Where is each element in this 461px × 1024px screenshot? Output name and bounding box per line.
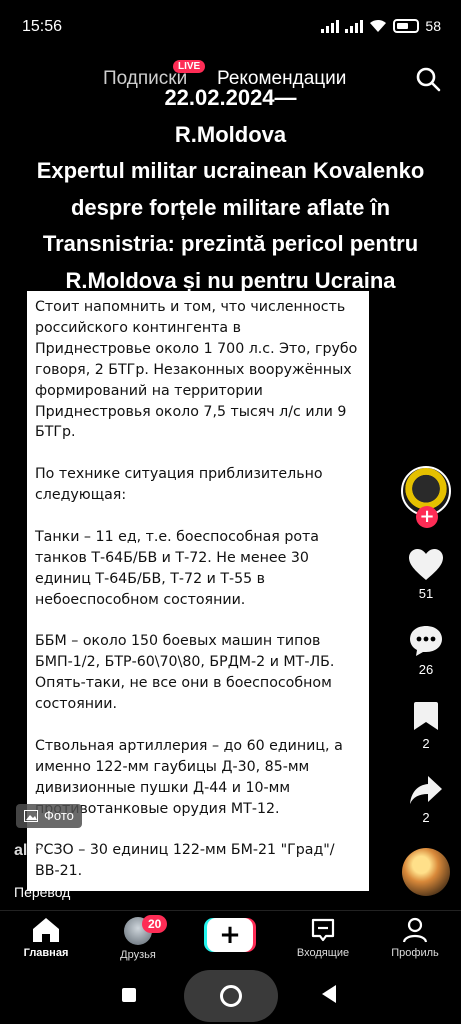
like-button[interactable]: 51 (398, 548, 454, 601)
comment-count: 26 (418, 662, 434, 677)
post-image-document[interactable]: Стоит напомнить и том, что численность р… (27, 291, 369, 891)
image-icon (24, 810, 38, 822)
headline-line: Transnistria: prezintă pericol pentru (42, 231, 419, 256)
status-bar: 15:56 58 (0, 0, 461, 56)
signal-icon (321, 19, 340, 33)
nav-friends-label: Друзья (120, 949, 156, 961)
headline-line: R.Moldova (174, 121, 287, 147)
follow-plus-icon[interactable]: + (416, 506, 438, 528)
share-count: 2 (422, 810, 430, 825)
save-button[interactable]: 2 (398, 700, 454, 751)
home-circle-icon[interactable] (184, 970, 278, 1022)
back-icon[interactable] (322, 985, 336, 1003)
signal-icon-2 (345, 19, 364, 33)
bookmark-icon (414, 702, 438, 730)
nav-profile[interactable]: Профиль (375, 917, 455, 959)
nav-home[interactable]: Главная (6, 917, 86, 959)
status-time: 15:56 (22, 18, 63, 35)
doc-paragraph: Стоит напомнить и том, что численность р… (35, 299, 358, 441)
home-icon (33, 918, 59, 942)
heart-icon (409, 549, 443, 580)
comment-icon (410, 626, 442, 656)
nav-friends[interactable]: 20 Друзья (98, 915, 178, 961)
battery-icon (393, 19, 420, 33)
like-count: 51 (418, 586, 434, 601)
translate-link[interactable]: Перевод (14, 884, 70, 900)
doc-paragraph: Ствольная артиллерия – до 60 единиц, а и… (35, 737, 343, 817)
bottom-nav: Главная 20 Друзья + Входящие Профиль (0, 910, 461, 966)
author-name[interactable]: alex (14, 842, 45, 860)
photo-badge: Фото (16, 804, 82, 828)
post-headline: 22.02.2024— R.Moldova Expertul militar u… (0, 80, 461, 299)
plus-icon: + (207, 918, 253, 952)
battery-percent: 58 (425, 18, 441, 34)
comment-button[interactable]: 26 (398, 624, 454, 677)
profile-icon (402, 917, 428, 943)
status-icons: 58 (321, 18, 441, 34)
headline-date: 22.02.2024— (164, 85, 297, 110)
wifi-icon (370, 19, 387, 32)
headline-line: despre forțele militare aflate în (70, 194, 391, 220)
friends-badge: 20 (142, 915, 168, 933)
nav-inbox-label: Входящие (296, 947, 350, 959)
headline-line: Expertul militar ucrainean Kovalenko (36, 158, 425, 183)
inbox-icon (311, 918, 335, 942)
share-button[interactable]: 2 (398, 774, 454, 825)
sound-disc-avatar[interactable] (402, 848, 450, 896)
system-nav-bar (0, 966, 461, 1024)
live-badge[interactable]: LIVE (173, 60, 206, 73)
doc-paragraph: ББМ – около 150 боевых машин типов БМП-1… (35, 633, 335, 713)
doc-paragraph: РСЗО – 30 единиц 122-мм БМ-21 "Град"/ ВВ… (35, 842, 335, 880)
create-button[interactable]: + (204, 918, 256, 952)
photo-badge-label: Фото (44, 808, 74, 823)
doc-paragraph: По технике ситуация приблизительно следу… (35, 466, 323, 504)
nav-inbox[interactable]: Входящие (283, 917, 363, 959)
share-icon (410, 776, 442, 804)
save-count: 2 (422, 736, 430, 751)
nav-home-label: Главная (23, 947, 69, 959)
doc-paragraph: Танки – 11 ед, т.е. боеспособная рота та… (35, 528, 319, 608)
recents-icon[interactable] (122, 988, 136, 1002)
nav-profile-label: Профиль (391, 947, 439, 959)
